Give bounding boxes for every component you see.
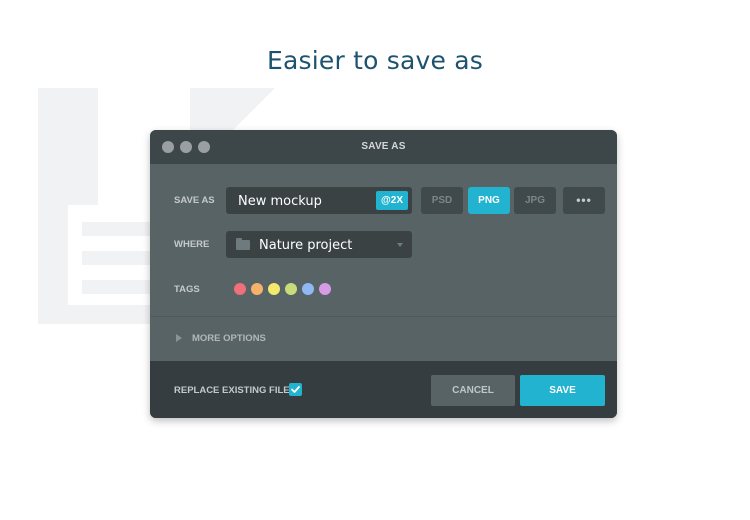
title-bar: SAVE AS [150,130,617,164]
format-jpg-button[interactable]: JPG [514,187,556,214]
tag-yellow[interactable] [268,283,280,295]
divider [150,316,617,317]
expand-arrow-icon[interactable] [176,334,182,342]
cancel-button[interactable]: CANCEL [431,375,515,406]
page-headline: Easier to save as [267,46,483,75]
format-png-button[interactable]: PNG [468,187,510,214]
bg-line [82,280,152,294]
tag-orange[interactable] [251,283,263,295]
dialog-footer: REPLACE EXISTING FILE CANCEL SAVE [150,361,617,418]
tag-blue[interactable] [302,283,314,295]
tag-green[interactable] [285,283,297,295]
replace-existing-checkbox[interactable] [289,383,302,396]
scale-2x-toggle[interactable]: @2X [376,191,408,210]
tags-label: TAGS [174,284,200,295]
save-as-dialog: SAVE AS SAVE AS New mockup @2X PSD PNG J… [150,130,617,418]
replace-existing-label: REPLACE EXISTING FILE [174,385,290,396]
more-options-toggle[interactable]: MORE OPTIONS [192,333,266,344]
save-as-label: SAVE AS [174,195,215,206]
dialog-title: SAVE AS [361,141,406,152]
save-button[interactable]: SAVE [520,375,605,406]
file-name-input[interactable]: New mockup @2X [226,187,412,214]
folder-icon [236,238,250,250]
where-label: WHERE [174,239,210,250]
bg-line [82,222,152,236]
more-formats-button[interactable]: ••• [563,187,605,214]
where-value: Nature project [259,238,353,253]
tag-red[interactable] [234,283,246,295]
bg-line [82,251,152,265]
where-dropdown[interactable]: Nature project [226,231,412,258]
checkmark-icon [291,386,300,393]
file-name-value: New mockup [238,194,322,209]
tag-purple[interactable] [319,283,331,295]
format-psd-button[interactable]: PSD [421,187,463,214]
chevron-down-icon [397,243,403,247]
